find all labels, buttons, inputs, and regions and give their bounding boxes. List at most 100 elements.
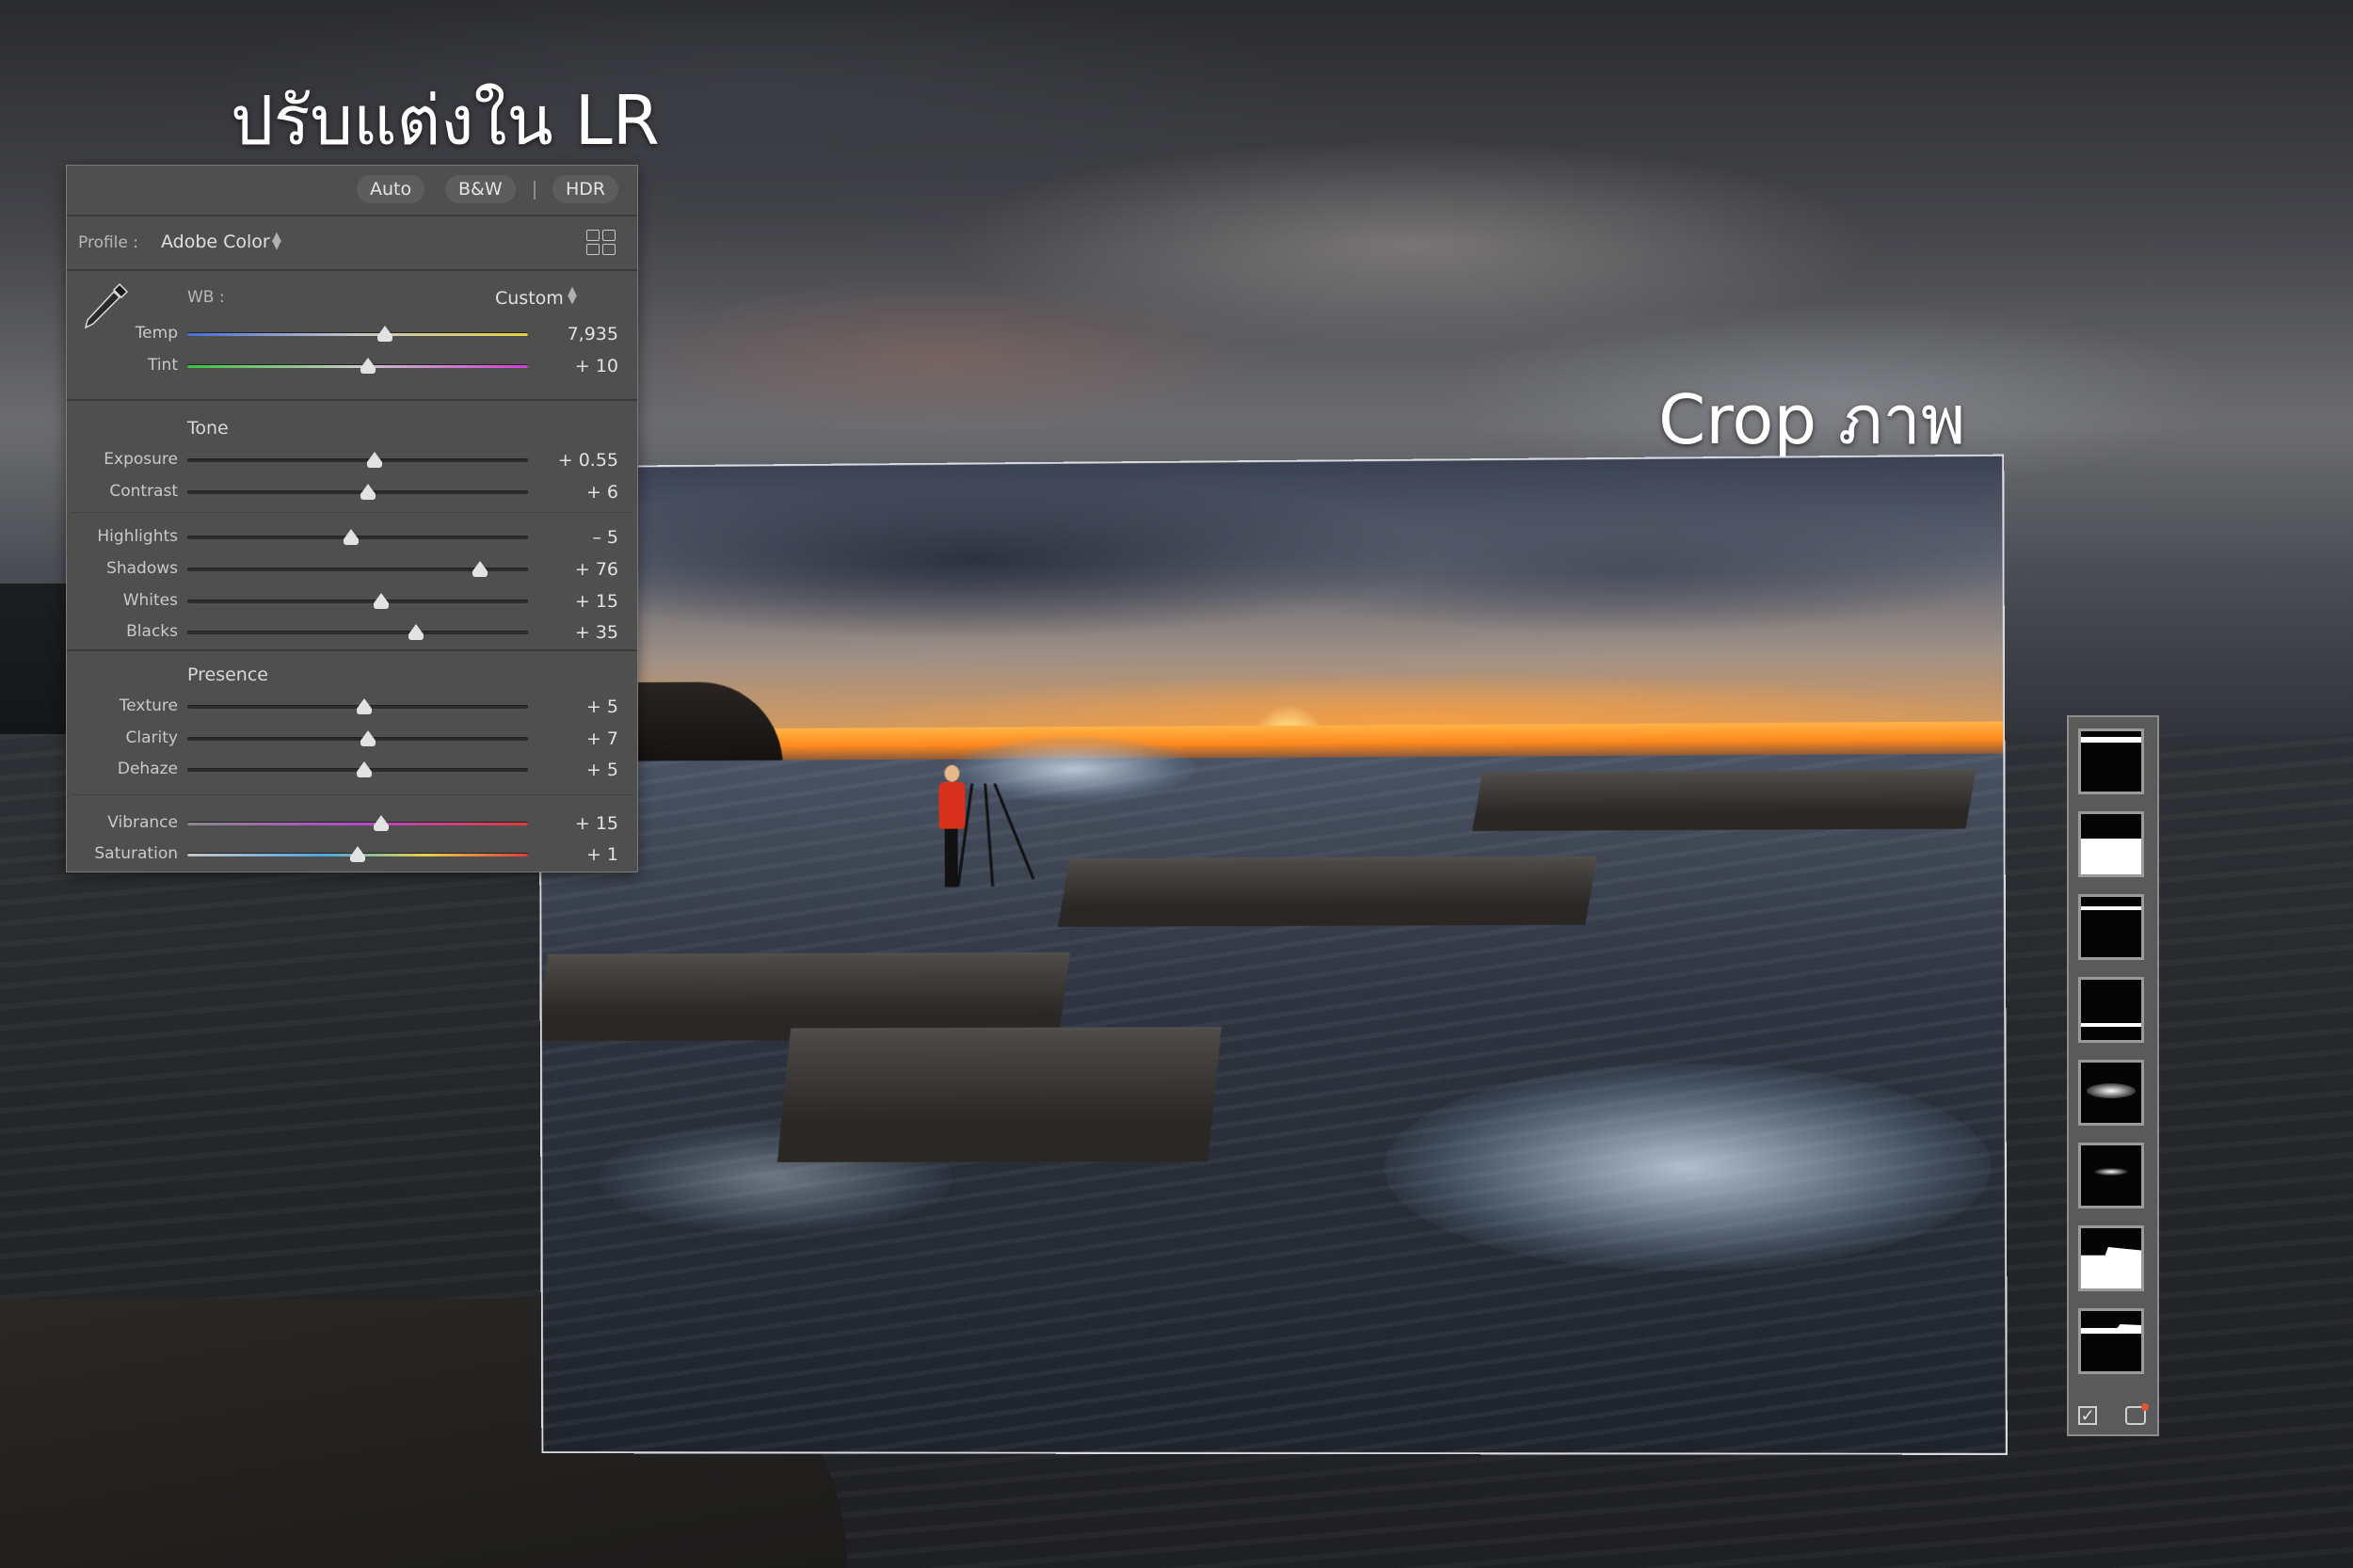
slider-thumb[interactable]: [367, 452, 383, 468]
slider-thumb[interactable]: [357, 698, 373, 714]
mask-preset-thumb[interactable]: [2078, 1060, 2144, 1126]
section-title-presence: Presence: [187, 664, 268, 685]
slider-label: Saturation: [94, 844, 178, 863]
wb-dropdown[interactable]: Custom: [495, 288, 564, 309]
slider-value[interactable]: + 6: [586, 482, 618, 503]
mask-preset-thumb[interactable]: [2078, 894, 2144, 960]
slider-label: Clarity: [125, 728, 178, 747]
slider-thumb[interactable]: [374, 593, 390, 609]
slider-clarity[interactable]: Clarity + 7: [67, 725, 637, 753]
slider-label: Texture: [119, 696, 178, 715]
slider-track[interactable]: [187, 490, 528, 494]
slider-texture[interactable]: Texture + 5: [67, 693, 637, 721]
mask-preset-thumb[interactable]: [2078, 1225, 2144, 1291]
slider-thumb[interactable]: [357, 761, 373, 777]
slider-dehaze[interactable]: Dehaze + 5: [67, 756, 637, 784]
button-separator: [534, 181, 536, 200]
profile-label: Profile :: [78, 233, 138, 252]
slider-blacks[interactable]: Blacks + 35: [67, 618, 637, 647]
slider-label: Shadows: [106, 559, 178, 578]
slider-value[interactable]: 7,935: [568, 324, 618, 344]
slider-label: Contrast: [109, 482, 178, 501]
mask-preset-thumb[interactable]: [2078, 1143, 2144, 1208]
divider: [71, 512, 633, 513]
slider-thumb[interactable]: [350, 846, 365, 862]
slider-track[interactable]: [187, 600, 528, 603]
slider-label: Highlights: [97, 527, 178, 546]
slider-track[interactable]: [187, 458, 528, 462]
profile-browser-grid-icon[interactable]: [586, 230, 616, 256]
photo-wave-foam: [1384, 1063, 1993, 1272]
slider-thumb[interactable]: [408, 624, 424, 640]
auto-button[interactable]: Auto: [357, 175, 425, 203]
lightroom-basic-panel: Auto B&W HDR Profile : Adobe Color ▲ ▼ WB…: [66, 165, 638, 872]
slider-contrast[interactable]: Contrast + 6: [67, 478, 637, 506]
checkbox-icon[interactable]: ✓: [2078, 1406, 2097, 1425]
photo-sky: [539, 456, 2004, 740]
slider-value[interactable]: + 7: [586, 728, 618, 749]
hdr-button[interactable]: HDR: [552, 175, 619, 203]
slider-track[interactable]: [187, 822, 528, 825]
photo-rock-ledge: [776, 1027, 1222, 1162]
slider-track[interactable]: [187, 631, 528, 634]
wb-label: WB :: [187, 288, 225, 307]
slider-tint[interactable]: Tint + 10: [67, 352, 637, 380]
slider-value[interactable]: + 15: [575, 591, 618, 612]
mask-preset-thumb[interactable]: [2078, 728, 2144, 794]
slider-vibrance[interactable]: Vibrance + 15: [67, 809, 637, 838]
divider: [67, 649, 637, 651]
slider-track[interactable]: [187, 364, 528, 368]
slider-temp[interactable]: Temp 7,935: [67, 320, 637, 348]
slider-thumb[interactable]: [472, 561, 488, 577]
slider-whites[interactable]: Whites + 15: [67, 587, 637, 616]
bw-button[interactable]: B&W: [445, 175, 516, 203]
slider-track[interactable]: [187, 737, 528, 741]
slider-thumb[interactable]: [374, 815, 390, 831]
photo-rock-ledge: [1057, 856, 1598, 927]
slider-thumb[interactable]: [360, 358, 376, 374]
heading-adjust-in-lr: ปรับแต่งใน LR: [231, 81, 660, 160]
mask-preset-thumb[interactable]: [2078, 811, 2144, 877]
slider-label: Exposure: [104, 450, 178, 469]
slider-label: Blacks: [126, 622, 178, 641]
slider-value[interactable]: + 0.55: [558, 450, 618, 471]
slider-label: Whites: [122, 591, 178, 610]
slider-exposure[interactable]: Exposure + 0.55: [67, 446, 637, 474]
photo-rock-ledge: [1472, 769, 1977, 831]
slider-value[interactable]: + 15: [575, 813, 618, 834]
mask-strip-footer: ✓: [2069, 1397, 2157, 1434]
slider-value[interactable]: + 76: [575, 559, 618, 580]
mask-preset-thumb[interactable]: [2078, 977, 2144, 1043]
mask-preset-strip: ✓: [2067, 715, 2159, 1436]
slider-label: Vibrance: [107, 813, 178, 832]
slider-value[interactable]: + 5: [586, 696, 618, 717]
slider-thumb[interactable]: [360, 730, 376, 746]
slider-shadows[interactable]: Shadows + 76: [67, 555, 637, 584]
slider-track[interactable]: [187, 332, 528, 336]
slider-value[interactable]: + 10: [575, 356, 618, 376]
slider-label: Temp: [135, 324, 178, 343]
slider-value[interactable]: + 5: [586, 760, 618, 780]
slider-thumb[interactable]: [376, 326, 392, 342]
slider-value[interactable]: – 5: [592, 527, 618, 548]
profile-dropdown[interactable]: Adobe Color: [161, 232, 270, 252]
profile-row: Profile : Adobe Color ▲ ▼: [67, 216, 637, 271]
section-title-tone: Tone: [187, 418, 229, 439]
profile-updown-icon[interactable]: ▲ ▼: [272, 231, 281, 251]
slider-highlights[interactable]: Highlights – 5: [67, 523, 637, 552]
divider: [71, 794, 633, 795]
slider-value[interactable]: + 1: [586, 844, 618, 865]
slider-label: Dehaze: [117, 760, 178, 778]
wb-updown-icon[interactable]: ▲ ▼: [568, 285, 577, 306]
slider-label: Tint: [147, 356, 178, 375]
slider-thumb[interactable]: [360, 484, 376, 500]
cropped-photo[interactable]: [537, 454, 2008, 1455]
slider-thumb[interactable]: [343, 529, 359, 545]
slider-value[interactable]: + 35: [575, 622, 618, 643]
treatment-buttons-row: Auto B&W HDR: [67, 166, 637, 216]
mask-add-icon[interactable]: [2125, 1403, 2149, 1425]
photo-tripod: [956, 782, 1035, 888]
mask-preset-thumb[interactable]: [2078, 1308, 2144, 1374]
white-balance-section: WB : Custom ▲ ▼ Temp 7,935 Tint + 10: [67, 271, 637, 401]
slider-saturation[interactable]: Saturation + 1: [67, 840, 637, 869]
